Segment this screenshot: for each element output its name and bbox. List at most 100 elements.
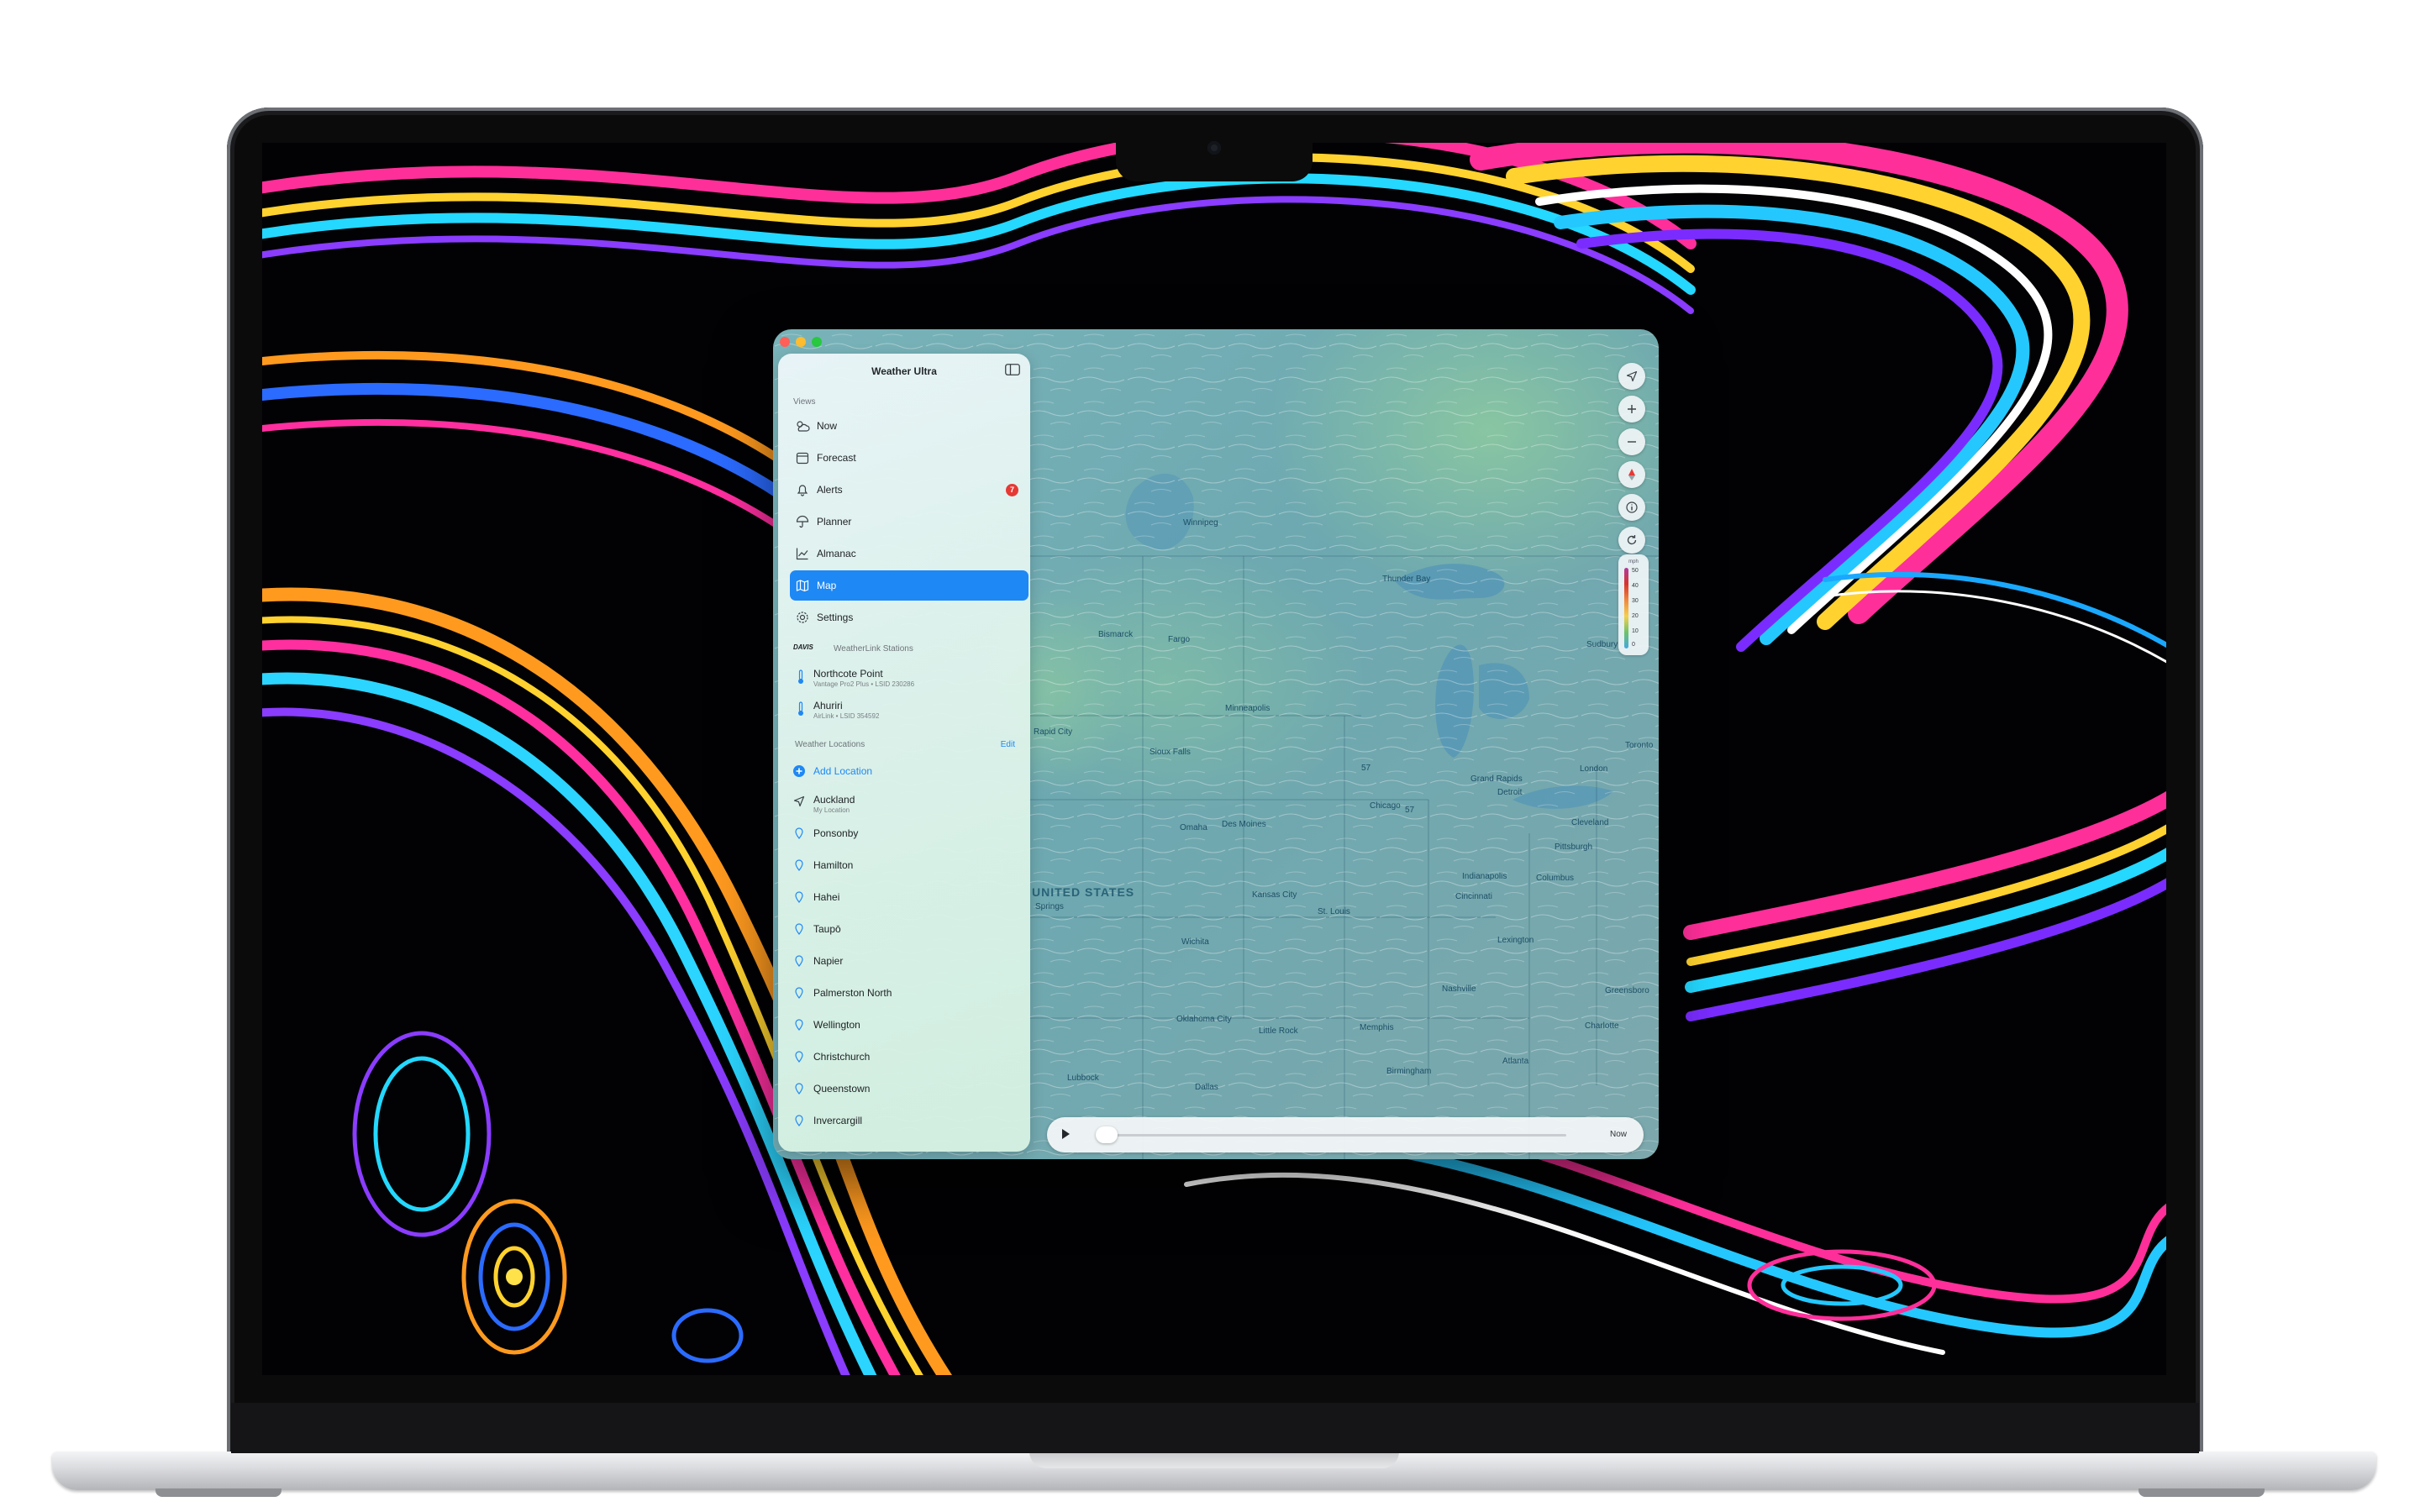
map-city-label: Sioux Falls xyxy=(1150,748,1191,757)
location-item[interactable]: Wellington xyxy=(793,1012,1028,1039)
sidebar-item-now[interactable]: Now xyxy=(790,411,1028,441)
compass-button[interactable] xyxy=(1618,461,1645,488)
wind-speed-label: 57 xyxy=(1405,806,1415,815)
legend-tick: 50 xyxy=(1632,568,1639,574)
map-city-label: Columbus xyxy=(1536,874,1575,883)
pin-icon xyxy=(795,891,803,903)
location-name: Taupō xyxy=(813,923,841,935)
legend-tick: 30 xyxy=(1632,598,1639,604)
refresh-icon xyxy=(1627,535,1637,545)
location-name: Napier xyxy=(813,955,844,967)
timeline-scrubber[interactable]: Now xyxy=(1047,1117,1644,1152)
locate-button[interactable] xyxy=(1618,363,1645,390)
map-city-label: Springs xyxy=(1035,902,1064,911)
map-city-label: Kansas City xyxy=(1252,890,1297,900)
laptop-bezel-bottom xyxy=(231,1403,2199,1453)
map-city-label: Indianapolis xyxy=(1462,872,1507,881)
location-item[interactable]: Hahei xyxy=(793,885,1028,911)
laptop-foot xyxy=(2139,1488,2265,1497)
location-item[interactable]: Hamilton xyxy=(793,853,1028,879)
sun-cloud-icon xyxy=(795,418,810,433)
play-icon[interactable] xyxy=(1062,1129,1070,1139)
map-city-label: Detroit xyxy=(1497,788,1523,797)
map-city-label: Lexington xyxy=(1497,936,1534,945)
map-city-label: Oklahoma City xyxy=(1176,1015,1232,1024)
location-name: Queenstown xyxy=(813,1083,871,1095)
pin-icon xyxy=(795,859,803,871)
zoom-out-button[interactable] xyxy=(1618,428,1645,455)
legend-tick: 40 xyxy=(1632,583,1639,589)
map-city-label: Pittsburgh xyxy=(1555,843,1593,852)
location-name: Ponsonby xyxy=(813,827,859,839)
location-name: Palmerston North xyxy=(813,987,892,999)
davis-logo: DAVIS xyxy=(793,643,813,651)
compass-icon xyxy=(1628,469,1635,480)
edit-locations-button[interactable]: Edit xyxy=(1001,740,1015,749)
station-name: Northcote Point xyxy=(813,668,883,680)
pin-icon xyxy=(795,1019,803,1031)
map-city-label: Rapid City xyxy=(1034,727,1073,737)
location-detail: My Location xyxy=(813,806,850,814)
pin-icon xyxy=(795,1083,803,1095)
map-city-label: Sudbury xyxy=(1586,640,1618,649)
map-city-label: Cleveland xyxy=(1571,818,1609,827)
location-item[interactable]: Auckland My Location xyxy=(793,792,1028,819)
thermometer-icon xyxy=(798,669,803,684)
map-city-label: Little Rock xyxy=(1259,1026,1298,1036)
location-item[interactable]: Christchurch xyxy=(793,1044,1028,1071)
map-city-label: St. Louis xyxy=(1318,907,1350,916)
station-detail: AirLink • LSID 354592 xyxy=(813,712,880,720)
sidebar-toggle-icon[interactable] xyxy=(1005,364,1020,375)
section-heading-locations: Weather Locations xyxy=(795,740,865,749)
map-icon xyxy=(795,578,810,593)
location-arrow-icon xyxy=(793,795,805,807)
wind-speed-legend: mph 50 40 30 20 10 0 xyxy=(1618,554,1649,655)
station-name: Ahuriri xyxy=(813,700,843,711)
sidebar-item-settings[interactable]: Settings xyxy=(790,602,1028,633)
timeline-track[interactable] xyxy=(1096,1134,1566,1137)
map-city-label: Thunder Bay xyxy=(1382,575,1431,584)
location-item[interactable]: Palmerston North xyxy=(793,980,1028,1007)
station-item[interactable]: Northcote Point Vantage Pro2 Plus • LSID… xyxy=(793,668,1028,696)
map-city-label: Toronto xyxy=(1625,741,1654,750)
map-city-label: Atlanta xyxy=(1502,1057,1529,1066)
location-item[interactable]: Taupō xyxy=(793,916,1028,943)
location-name: Hahei xyxy=(813,891,840,903)
alerts-count-badge: 7 xyxy=(1006,484,1018,496)
sidebar-item-planner[interactable]: Planner xyxy=(790,507,1028,537)
sidebar-item-label: Almanac xyxy=(817,548,856,559)
map-city-label: Cincinnati xyxy=(1455,892,1492,901)
location-item[interactable]: Ponsonby xyxy=(793,821,1028,848)
location-item[interactable]: Napier xyxy=(793,948,1028,975)
app-title: Weather Ultra xyxy=(871,365,937,377)
pin-icon xyxy=(795,1051,803,1063)
sidebar-item-alerts[interactable]: Alerts 7 xyxy=(790,475,1028,505)
station-item[interactable]: Ahuriri AirLink • LSID 354592 xyxy=(793,700,1028,728)
map-city-label: Des Moines xyxy=(1222,820,1266,829)
laptop-opening-notch xyxy=(1029,1452,1399,1468)
timeline-thumb[interactable] xyxy=(1096,1126,1118,1143)
zoom-in-button[interactable] xyxy=(1618,396,1645,423)
location-name: Hamilton xyxy=(813,859,854,871)
map-city-label: Fargo xyxy=(1168,635,1191,644)
location-item[interactable]: Queenstown xyxy=(793,1076,1028,1103)
calendar-icon xyxy=(795,450,810,465)
sidebar-item-map[interactable]: Map xyxy=(790,570,1028,601)
legend-unit: mph xyxy=(1628,559,1639,564)
weather-app-window[interactable]: Winnipeg Thunder Bay Bismarck Fargo Sudb… xyxy=(773,329,1659,1159)
location-name: Auckland xyxy=(813,794,855,806)
info-button[interactable] xyxy=(1618,494,1645,521)
sidebar-item-almanac[interactable]: Almanac xyxy=(790,538,1028,569)
info-icon xyxy=(1626,501,1638,513)
sidebar-item-forecast[interactable]: Forecast xyxy=(790,443,1028,473)
refresh-button[interactable] xyxy=(1618,527,1645,554)
map-city-label: Dallas xyxy=(1195,1083,1218,1092)
map-city-label: Greensboro xyxy=(1605,986,1649,995)
pin-icon xyxy=(795,1115,803,1126)
chart-icon xyxy=(795,546,810,561)
timeline-now-label: Now xyxy=(1609,1130,1627,1139)
add-location-button[interactable]: Add Location xyxy=(793,759,1028,785)
map-city-label: Memphis xyxy=(1360,1023,1394,1032)
pin-icon xyxy=(795,987,803,999)
location-item[interactable]: Invercargill xyxy=(793,1108,1028,1135)
